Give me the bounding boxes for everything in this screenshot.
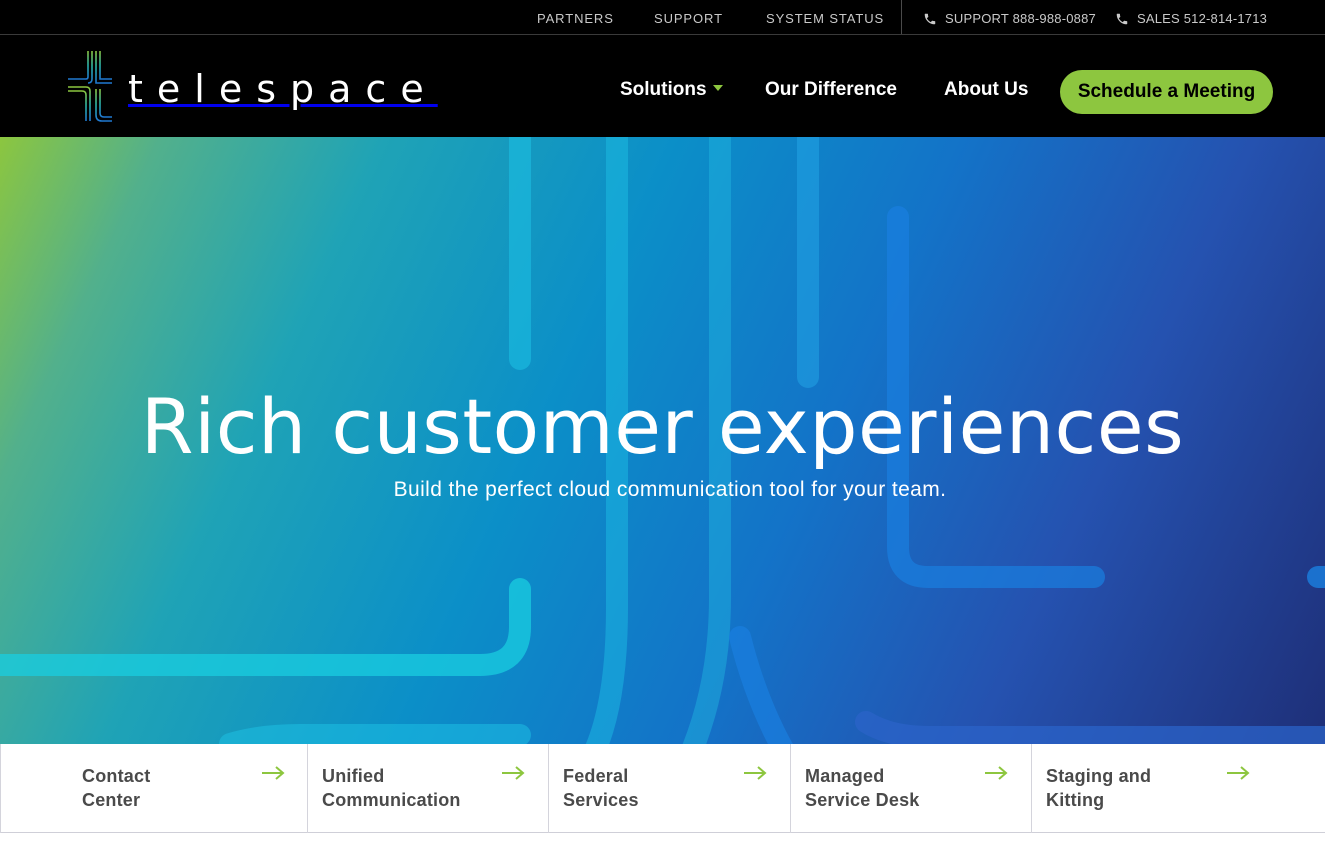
main-nav: telespace Solutions Our Difference About…: [0, 35, 1325, 137]
chevron-down-icon: [712, 84, 723, 91]
card-label: Contact Center: [82, 766, 151, 810]
card-label: Managed Service Desk: [805, 766, 920, 810]
support-link[interactable]: SUPPORT: [654, 11, 723, 26]
utility-divider: [901, 0, 902, 34]
logo-wordmark: telespace: [128, 67, 438, 111]
phone-icon: [924, 13, 936, 24]
partners-link[interactable]: PARTNERS: [537, 11, 614, 26]
card-label: Staging and Kitting: [1046, 766, 1152, 810]
arrow-right-icon: [744, 766, 767, 780]
hero-title: Rich customer experiences: [140, 382, 1185, 471]
card-label: Federal Services: [563, 766, 639, 810]
support-phone-link[interactable]: SUPPORT 888-988-0887: [923, 11, 1096, 26]
nav-about-us[interactable]: About Us: [944, 79, 1028, 101]
arrow-right-icon: [985, 766, 1008, 780]
hero-banner: Rich customer experiences Build the perf…: [0, 137, 1325, 744]
utility-bar: PARTNERS SUPPORT SYSTEM STATUS SUPPORT 8…: [0, 0, 1325, 35]
sales-phone-text: SALES 512-814-1713: [1137, 11, 1268, 26]
sales-phone-link[interactable]: SALES 512-814-1713: [1115, 11, 1267, 26]
nav-solutions[interactable]: Solutions: [620, 79, 723, 101]
arrow-right-icon: [1227, 766, 1250, 780]
card-managed-service-desk[interactable]: Managed Service Desk: [791, 744, 1032, 833]
logo-mark-icon: [68, 51, 112, 122]
nav-solutions-label: Solutions: [620, 79, 707, 100]
schedule-meeting-button[interactable]: Schedule a Meeting: [1060, 70, 1273, 114]
card-federal-services[interactable]: Federal Services: [549, 744, 791, 833]
system-status-link[interactable]: SYSTEM STATUS: [766, 11, 884, 26]
logo-link[interactable]: telespace: [66, 49, 438, 123]
card-staging-and-kitting[interactable]: Staging and Kitting: [1032, 744, 1325, 833]
phone-icon: [1116, 13, 1128, 24]
support-phone-text: SUPPORT 888-988-0887: [945, 11, 1096, 26]
card-contact-center[interactable]: Contact Center: [0, 744, 308, 833]
solutions-cards: Contact Center Unified Communication Fed…: [0, 744, 1325, 833]
arrow-right-icon: [502, 766, 525, 780]
nav-our-difference[interactable]: Our Difference: [765, 79, 897, 101]
card-unified-communication[interactable]: Unified Communication: [308, 744, 549, 833]
arrow-right-icon: [262, 766, 285, 780]
card-label: Unified Communication: [322, 766, 461, 810]
hero-subtitle: Build the perfect cloud communication to…: [393, 478, 947, 501]
